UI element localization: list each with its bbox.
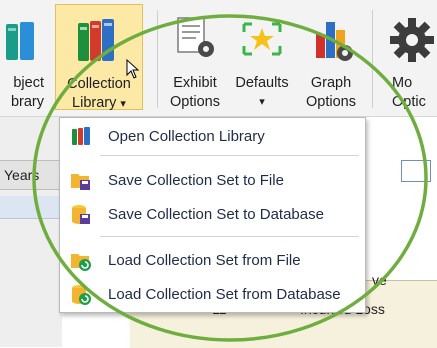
collection-library-label-2: Library (72, 95, 117, 111)
object-library-label-2: brary (10, 94, 44, 110)
gear-icon (390, 18, 434, 62)
menu-item-label: Load Collection Set from File (108, 252, 301, 269)
ribbon-toolbar: bject brary Collection Library ▾ Exhibit… (0, 0, 437, 117)
menu-item-label: Save Collection Set to Database (108, 206, 324, 223)
graph-options-label-1: Graph (310, 75, 352, 91)
ribbon-separator-2 (372, 10, 373, 108)
model-options-button[interactable]: Mo Optic (378, 4, 437, 110)
book-icon (72, 127, 90, 145)
load-database-icon (72, 285, 91, 305)
menu-item-label: Save Collection Set to File (108, 172, 284, 189)
chevron-down-icon: ▾ (120, 98, 126, 110)
graph-options-button[interactable]: Graph Options (296, 4, 366, 110)
years-tab[interactable]: Years (0, 160, 60, 190)
menu-item-label: Load Collection Set from Database (108, 286, 341, 303)
menu-item-label: Open Collection Library (108, 128, 265, 145)
defaults-label: Defaults (235, 75, 289, 91)
model-options-label-2: Optic (392, 94, 426, 110)
collection-library-button[interactable]: Collection Library ▾ (55, 4, 143, 111)
menu-item-save-to-file[interactable]: Save Collection Set to File (60, 164, 365, 196)
graph-options-icon (316, 22, 353, 61)
partial-right-control[interactable] (401, 160, 431, 182)
defaults-icon (242, 22, 282, 56)
save-database-icon (72, 205, 90, 224)
menu-item-open-collection-library[interactable]: Open Collection Library (60, 120, 365, 152)
menu-divider (100, 236, 359, 237)
years-tab-label: Years (4, 167, 40, 183)
left-panel (0, 117, 62, 347)
defaults-button[interactable]: Defaults ▾ (232, 4, 292, 110)
object-library-icon (6, 22, 34, 60)
grid-partial-text: ve (372, 272, 387, 288)
collection-library-menu: Open Collection Library Save Collection … (59, 117, 366, 313)
exhibit-options-label-1: Exhibit (173, 75, 217, 91)
collection-library-icon (78, 19, 114, 61)
object-library-button[interactable]: bject brary (0, 4, 52, 110)
model-options-label-1: Mo (392, 75, 413, 91)
menu-item-load-from-file[interactable]: Load Collection Set from File (60, 244, 365, 276)
collection-library-label-1: Collection (67, 76, 131, 92)
save-file-icon (71, 174, 90, 190)
menu-divider (100, 155, 359, 156)
exhibit-options-icon (177, 17, 214, 57)
graph-options-label-2: Options (306, 94, 356, 110)
defaults-dropdown-arrow: ▾ (259, 96, 265, 108)
exhibit-options-button[interactable]: Exhibit Options (160, 4, 230, 110)
object-library-label-1: bject (13, 75, 44, 91)
load-file-icon (71, 254, 91, 271)
left-panel-strip (0, 196, 62, 219)
ribbon-separator (157, 10, 158, 108)
exhibit-options-label-2: Options (170, 94, 220, 110)
menu-item-load-from-database[interactable]: Load Collection Set from Database (60, 278, 365, 310)
menu-item-save-to-database[interactable]: Save Collection Set to Database (60, 198, 365, 230)
